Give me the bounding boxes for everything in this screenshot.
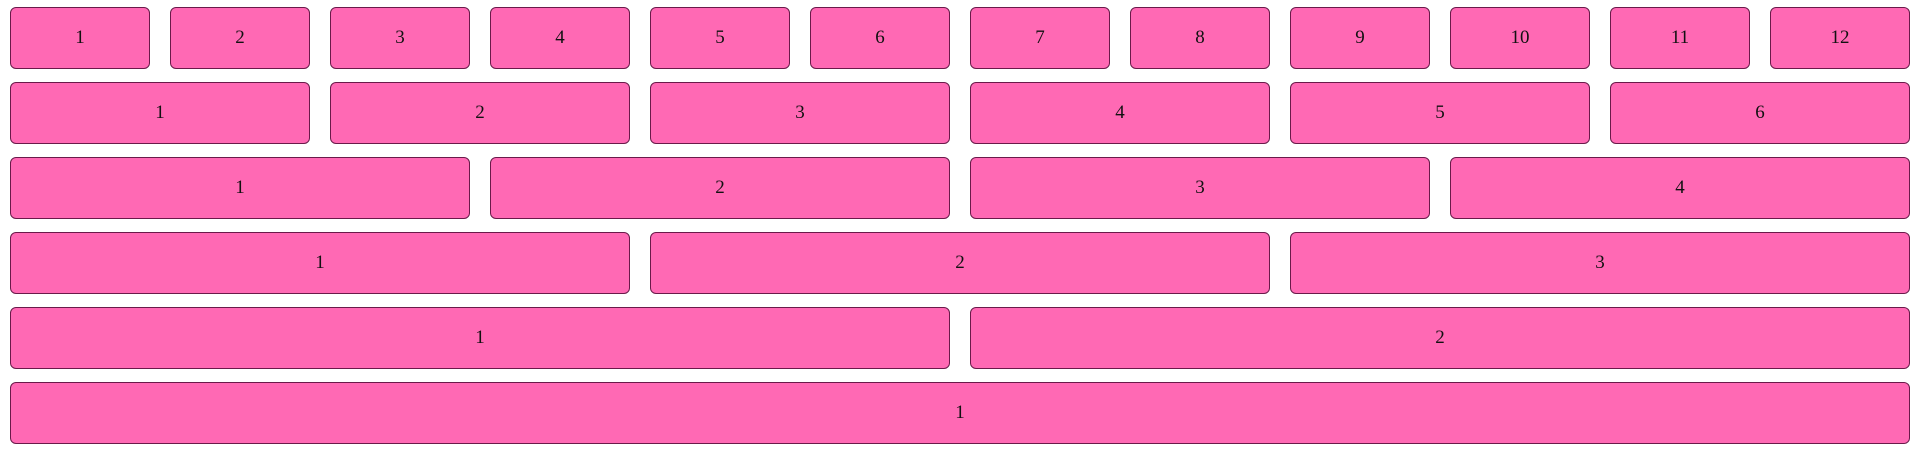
grid-cell: 10	[1450, 7, 1590, 69]
grid-cell: 4	[970, 82, 1270, 144]
grid-cell: 7	[970, 7, 1110, 69]
grid-cell: 3	[970, 157, 1430, 219]
grid-cell: 11	[1610, 7, 1750, 69]
grid-cell: 1	[10, 157, 470, 219]
grid-cell: 2	[970, 307, 1910, 369]
grid-cell: 2	[170, 7, 310, 69]
grid-cell: 2	[330, 82, 630, 144]
grid-cell: 4	[490, 7, 630, 69]
grid-cell: 9	[1290, 7, 1430, 69]
grid-cell: 1	[10, 7, 150, 69]
grid-row-1-column: 1	[10, 382, 1910, 444]
grid-cell: 2	[490, 157, 950, 219]
grid-cell: 12	[1770, 7, 1910, 69]
grid-cell: 6	[810, 7, 950, 69]
grid-cell: 4	[1450, 157, 1910, 219]
grid-cell: 1	[10, 307, 950, 369]
grid-cell: 3	[1290, 232, 1910, 294]
grid-cell: 1	[10, 82, 310, 144]
grid-row-12-columns: 1 2 3 4 5 6 7 8 9 10 11 12	[10, 7, 1910, 69]
grid-cell: 2	[650, 232, 1270, 294]
grid-cell: 6	[1610, 82, 1910, 144]
grid-row-3-columns: 1 2 3	[10, 232, 1910, 294]
grid-cell: 1	[10, 232, 630, 294]
grid-row-2-columns: 1 2	[10, 307, 1910, 369]
grid-cell: 3	[650, 82, 950, 144]
grid-demo: 1 2 3 4 5 6 7 8 9 10 11 12 1 2 3 4 5 6 1…	[0, 0, 1920, 471]
grid-cell: 1	[10, 382, 1910, 444]
grid-cell: 5	[650, 7, 790, 69]
grid-row-6-columns: 1 2 3 4 5 6	[10, 82, 1910, 144]
grid-cell: 8	[1130, 7, 1270, 69]
grid-cell: 3	[330, 7, 470, 69]
grid-row-4-columns: 1 2 3 4	[10, 157, 1910, 219]
grid-cell: 5	[1290, 82, 1590, 144]
